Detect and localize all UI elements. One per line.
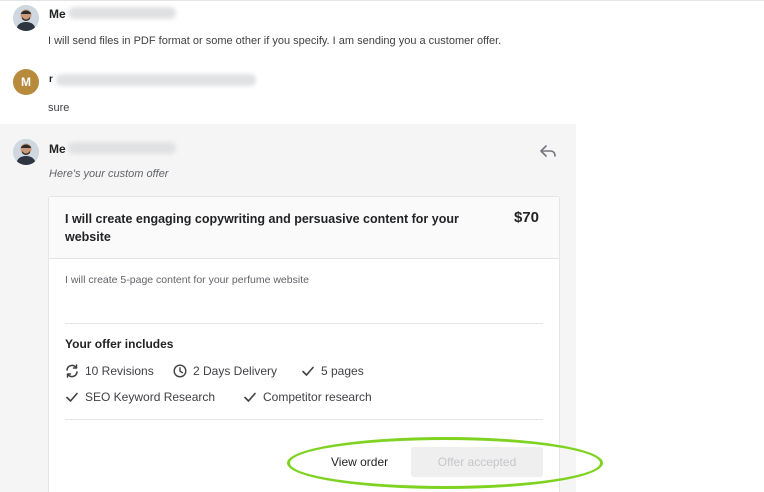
feature-label: Competitor research <box>263 390 372 404</box>
avatar-photo-icon <box>13 139 39 165</box>
offer-includes-title: Your offer includes <box>65 337 174 351</box>
feature-seo: SEO Keyword Research <box>65 390 215 404</box>
offer-header: I will create engaging copywriting and p… <box>49 197 559 259</box>
offer-description: I will create 5-page content for your pe… <box>65 274 309 286</box>
feature-competitor: Competitor research <box>243 390 372 404</box>
feature-label: 2 Days Delivery <box>193 364 278 378</box>
feature-label: 5 pages <box>321 364 364 378</box>
offer-title: I will create engaging copywriting and p… <box>65 212 459 244</box>
message-text: sure <box>48 102 70 114</box>
avatar-photo-icon <box>13 5 39 31</box>
divider <box>65 323 543 324</box>
feature-label: SEO Keyword Research <box>85 390 216 404</box>
feature-pages: 5 pages <box>301 364 364 378</box>
user-avatar[interactable] <box>13 5 39 31</box>
feature-label: 10 Revisions <box>85 364 154 378</box>
feature-revisions: 10 Revisions <box>65 364 154 378</box>
highlight-annotation <box>287 437 603 489</box>
top-divider <box>0 0 764 1</box>
message-text: I will send files in PDF format or some … <box>48 35 502 47</box>
reply-icon[interactable] <box>540 144 556 158</box>
check-icon <box>302 366 314 376</box>
feature-delivery: 2 Days Delivery <box>173 364 277 378</box>
user-avatar[interactable] <box>13 139 39 165</box>
check-icon <box>244 392 256 402</box>
sender-name[interactable]: r <box>49 74 53 85</box>
redacted-username <box>68 142 176 154</box>
redacted-username <box>56 74 256 86</box>
check-icon <box>66 392 78 402</box>
sender-name[interactable]: Me <box>49 142 66 156</box>
clock-icon <box>173 364 187 378</box>
redacted-username <box>68 7 176 19</box>
sender-name[interactable]: Me <box>49 7 66 21</box>
offer-price: $70 <box>513 209 539 226</box>
divider <box>65 419 543 420</box>
offer-subtitle: Here's your custom offer <box>49 168 169 180</box>
contact-avatar[interactable]: M <box>13 69 39 95</box>
refresh-icon <box>66 364 78 378</box>
